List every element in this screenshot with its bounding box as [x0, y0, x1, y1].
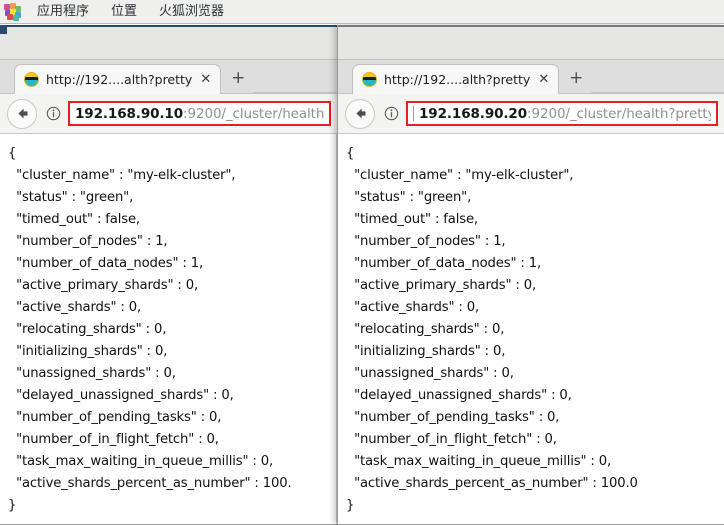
url-path: :9200/_cluster/health?pretty	[527, 105, 711, 122]
page-content-right: { "cluster_name" : "my-elk-cluster", "st…	[338, 134, 724, 524]
navigation-toolbar-right: 192.168.90.20:9200/_cluster/health?prett…	[338, 94, 724, 134]
url-host: 192.168.90.10	[75, 105, 184, 122]
new-tab-button[interactable]: +	[561, 63, 591, 93]
browser-tab-right[interactable]: http://192....alth?pretty ✕	[352, 64, 560, 94]
page-content-left: { "cluster_name" : "my-elk-cluster", "st…	[0, 134, 337, 524]
new-tab-button[interactable]: +	[223, 63, 253, 93]
info-circle-icon[interactable]	[380, 103, 402, 125]
url-bar-left[interactable]: 192.168.90.10:9200/_cluster/health?prett	[68, 101, 331, 126]
back-arrow-icon[interactable]	[345, 98, 375, 129]
window-titlebar-left[interactable]	[0, 25, 337, 60]
close-icon[interactable]: ✕	[198, 72, 213, 87]
menu-firefox[interactable]: 火狐浏览器	[148, 1, 235, 23]
close-icon[interactable]: ✕	[536, 72, 551, 87]
tabstrip-empty-area	[591, 62, 724, 93]
info-circle-icon[interactable]	[42, 103, 64, 125]
tab-title: http://192....alth?pretty	[46, 72, 193, 87]
tab-title: http://192....alth?pretty	[384, 72, 531, 87]
cluster-health-json: { "cluster_name" : "my-elk-cluster", "st…	[8, 146, 292, 513]
browser-tab-left[interactable]: http://192....alth?pretty ✕	[14, 64, 222, 94]
window-accent-corner	[0, 27, 7, 34]
back-arrow-icon[interactable]	[7, 98, 37, 129]
menu-places[interactable]: 位置	[100, 1, 148, 23]
url-text: 192.168.90.20:9200/_cluster/health?prett…	[419, 106, 711, 122]
menu-applications[interactable]: 应用程序	[26, 1, 100, 23]
window-titlebar-right[interactable]	[338, 25, 724, 60]
url-host: 192.168.90.20	[419, 105, 528, 122]
tabstrip-left: http://192....alth?pretty ✕ +	[0, 60, 337, 94]
url-text: 192.168.90.10:9200/_cluster/health?prett	[75, 106, 324, 122]
elasticsearch-favicon	[24, 72, 39, 87]
text-caret	[413, 106, 414, 121]
tabstrip-empty-area	[253, 62, 337, 93]
elasticsearch-favicon	[362, 72, 377, 87]
cluster-health-json: { "cluster_name" : "my-elk-cluster", "st…	[346, 146, 638, 513]
browser-window-right[interactable]: http://192....alth?pretty ✕ + 192.168.90…	[337, 25, 724, 525]
applications-grid-icon[interactable]	[4, 3, 21, 21]
browser-window-left[interactable]: http://192....alth?pretty ✕ + 192.168.90…	[0, 25, 338, 525]
tabstrip-right: http://192....alth?pretty ✕ +	[338, 60, 724, 94]
url-path: :9200/_cluster/health?prett	[183, 105, 324, 122]
url-bar-right[interactable]: 192.168.90.20:9200/_cluster/health?prett…	[406, 101, 718, 126]
navigation-toolbar-left: 192.168.90.10:9200/_cluster/health?prett	[0, 94, 337, 134]
desktop-top-panel: 应用程序 位置 火狐浏览器	[0, 0, 724, 24]
